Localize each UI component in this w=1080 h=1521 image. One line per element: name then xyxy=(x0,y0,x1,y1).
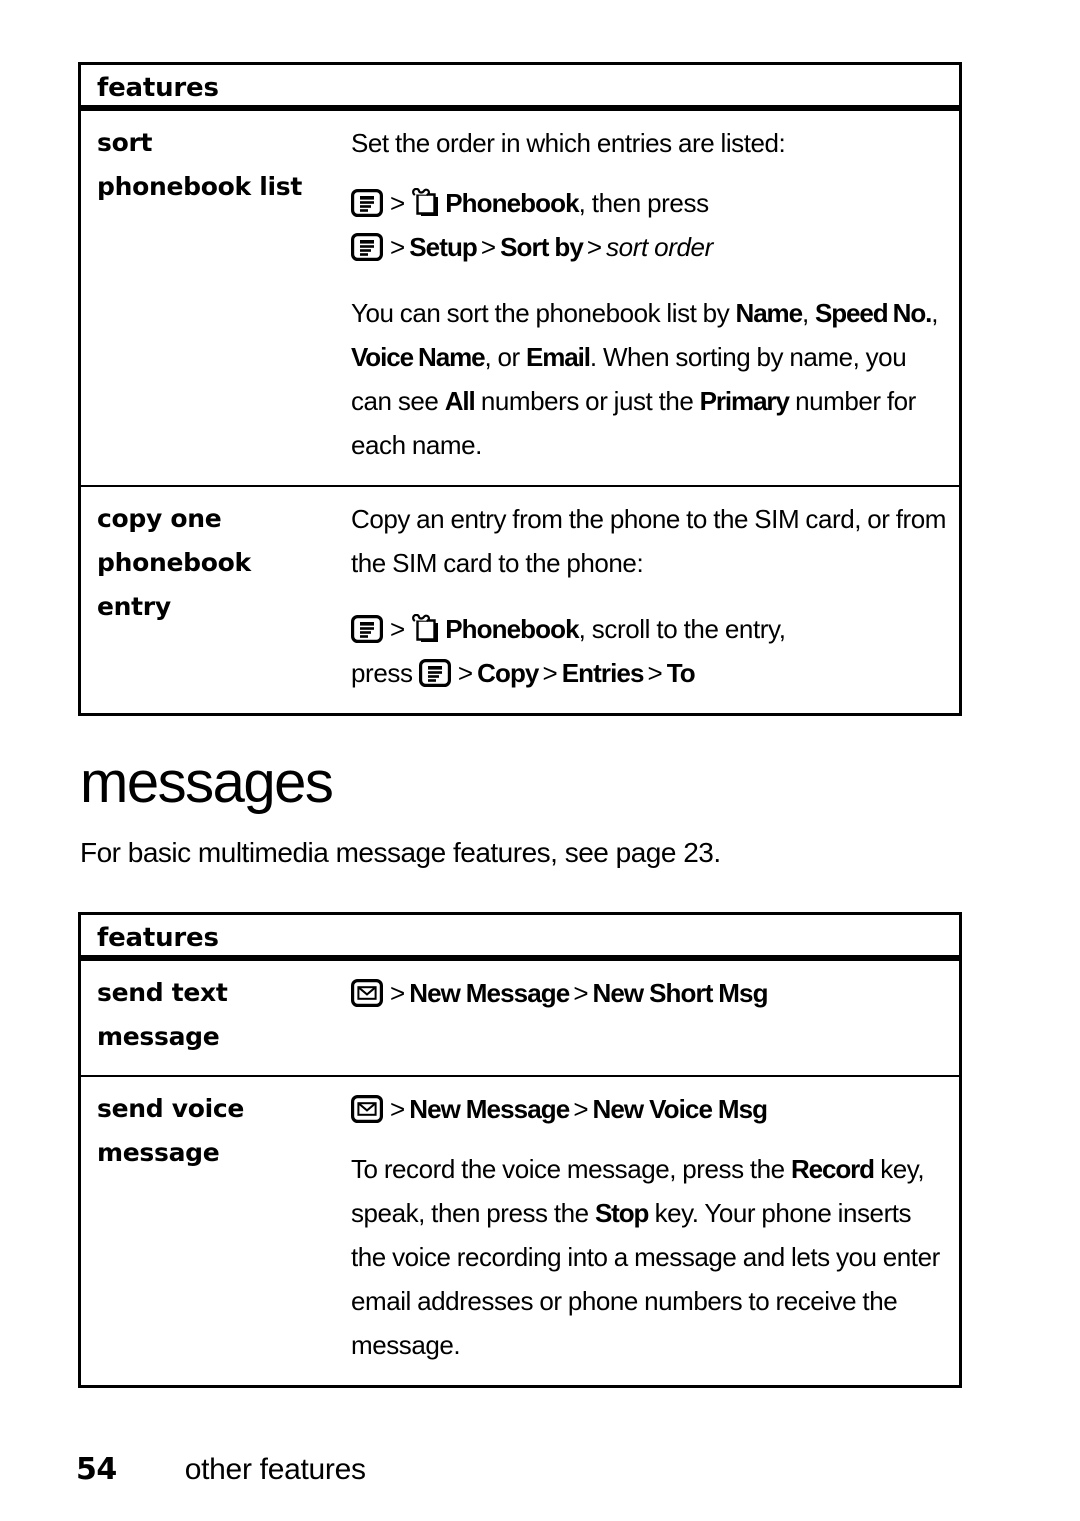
nav-separator: > xyxy=(390,232,406,262)
table-header-label: features xyxy=(97,923,219,953)
menu-icon xyxy=(351,233,383,261)
nav-item: Phonebook xyxy=(445,188,579,218)
table-row: send voice message > New Message > New Voic… xyxy=(81,1075,959,1385)
feature-body-cell: Set the order in which entries are liste… xyxy=(343,111,959,485)
nav-separator: > xyxy=(586,232,603,262)
section-intro-text: For basic multimedia message features, s… xyxy=(80,837,721,868)
table-header-label: features xyxy=(97,73,219,103)
table-header-phonebook: features xyxy=(81,65,959,111)
nav-separator: > xyxy=(647,658,663,688)
feature-label-cell: send voice message xyxy=(81,1077,343,1191)
envelope-icon xyxy=(351,979,383,1007)
feature-label-line: sort xyxy=(97,128,153,157)
feature-label-cell: copy one phonebook entry xyxy=(81,487,343,645)
text-run: , xyxy=(931,298,939,328)
nav-separator: > xyxy=(542,658,558,688)
nav-item: Copy xyxy=(477,658,539,688)
nav-path-line: > New Message > New Short Msg xyxy=(351,971,949,1015)
nav-item: New Message xyxy=(409,1094,570,1124)
feature-body-cell: > New Message > New Voice Msg To record the… xyxy=(343,1077,959,1385)
table-header-messages: features xyxy=(81,915,959,961)
text-run: numbers or just the xyxy=(474,386,700,416)
table-row: copy one phonebook entry Copy an entry f… xyxy=(81,485,959,713)
nav-item: Phonebook xyxy=(445,614,579,644)
text-run: You can sort the phonebook list by xyxy=(351,298,736,328)
keyword: Email xyxy=(526,342,591,372)
nav-item: Entries xyxy=(561,658,645,688)
feature-label-line: copy one xyxy=(97,504,222,533)
menu-icon xyxy=(351,615,383,643)
text-run: , xyxy=(801,298,815,328)
nav-separator: > xyxy=(390,188,406,218)
feature-label-line: message xyxy=(97,1022,220,1051)
nav-leading-text: press xyxy=(351,658,419,688)
feature-label-line: send text xyxy=(97,978,228,1007)
nav-separator: > xyxy=(573,978,589,1008)
nav-path-line: > New Message > New Voice Msg xyxy=(351,1087,949,1131)
footer-section-title: other features xyxy=(184,1453,366,1486)
nav-separator: > xyxy=(390,614,406,644)
feature-intro-text: Copy an entry from the phone to the SIM … xyxy=(351,504,946,578)
phonebook-icon xyxy=(409,614,443,645)
nav-path-line: > Phonebook, scroll to the entry, xyxy=(351,607,949,651)
nav-separator: > xyxy=(390,1094,406,1124)
page-footer: 54 other features xyxy=(76,1452,366,1487)
feature-label-cell: sort phonebook list xyxy=(81,111,343,225)
table-row: sort phonebook list Set the order in whi… xyxy=(81,111,959,485)
feature-label-line: entry xyxy=(97,592,171,621)
feature-label-line: phonebook xyxy=(97,548,251,577)
keyword: Speed No. xyxy=(815,298,932,328)
envelope-icon xyxy=(351,1095,383,1123)
nav-item: New Short Msg xyxy=(592,978,769,1008)
keyword: Stop xyxy=(594,1198,649,1228)
nav-separator: > xyxy=(480,232,497,262)
nav-item: New Message xyxy=(409,978,570,1008)
phonebook-icon xyxy=(409,188,443,219)
feature-label-line: send voice xyxy=(97,1094,245,1123)
keyword: Primary xyxy=(699,386,790,416)
nav-separator: > xyxy=(390,978,406,1008)
page-number: 54 xyxy=(76,1452,117,1487)
text-run: To record the voice message, press the xyxy=(351,1154,791,1184)
feature-description-paragraph: You can sort the phonebook list by Name,… xyxy=(351,291,949,467)
nav-item-variable: sort order xyxy=(606,232,713,262)
nav-separator: > xyxy=(573,1094,589,1124)
feature-intro-text: Set the order in which entries are liste… xyxy=(351,128,786,158)
feature-body-cell: > New Message > New Short Msg xyxy=(343,961,959,1033)
menu-icon xyxy=(351,189,383,217)
nav-path-line: press > Copy > Entries > To xyxy=(351,651,949,695)
nav-item: Sort by xyxy=(500,232,584,262)
features-table-messages: features send text message > New Message >… xyxy=(78,912,962,1388)
nav-separator: > xyxy=(457,658,474,688)
nav-trailing-text: , scroll to the entry, xyxy=(578,614,786,644)
keyword: Record xyxy=(790,1154,875,1184)
feature-label-line: message xyxy=(97,1138,220,1167)
keyword: Name xyxy=(735,298,804,328)
nav-trailing-text: , then press xyxy=(578,188,709,218)
text-run: , or xyxy=(484,342,527,372)
table-row: send text message > New Message > New Short… xyxy=(81,961,959,1075)
feature-label-cell: send text message xyxy=(81,961,343,1075)
features-table-phonebook: features sort phonebook list Set the ord… xyxy=(78,62,962,716)
feature-description-paragraph: To record the voice message, press the R… xyxy=(351,1147,949,1367)
nav-item: New Voice Msg xyxy=(592,1094,769,1124)
keyword: Voice Name xyxy=(351,342,486,372)
keyword: All xyxy=(444,386,476,416)
nav-item: Setup xyxy=(409,232,478,262)
nav-path-line: > Setup > Sort by > sort order xyxy=(351,225,949,269)
feature-body-cell: Copy an entry from the phone to the SIM … xyxy=(343,487,959,713)
section-heading-messages: messages xyxy=(80,750,334,815)
nav-item: To xyxy=(666,658,696,688)
feature-label-line: phonebook list xyxy=(97,172,302,201)
menu-icon xyxy=(418,659,451,687)
manual-page: features sort phonebook list Set the ord… xyxy=(0,0,1080,1521)
nav-path-line: > Phonebook, then press xyxy=(351,181,949,225)
